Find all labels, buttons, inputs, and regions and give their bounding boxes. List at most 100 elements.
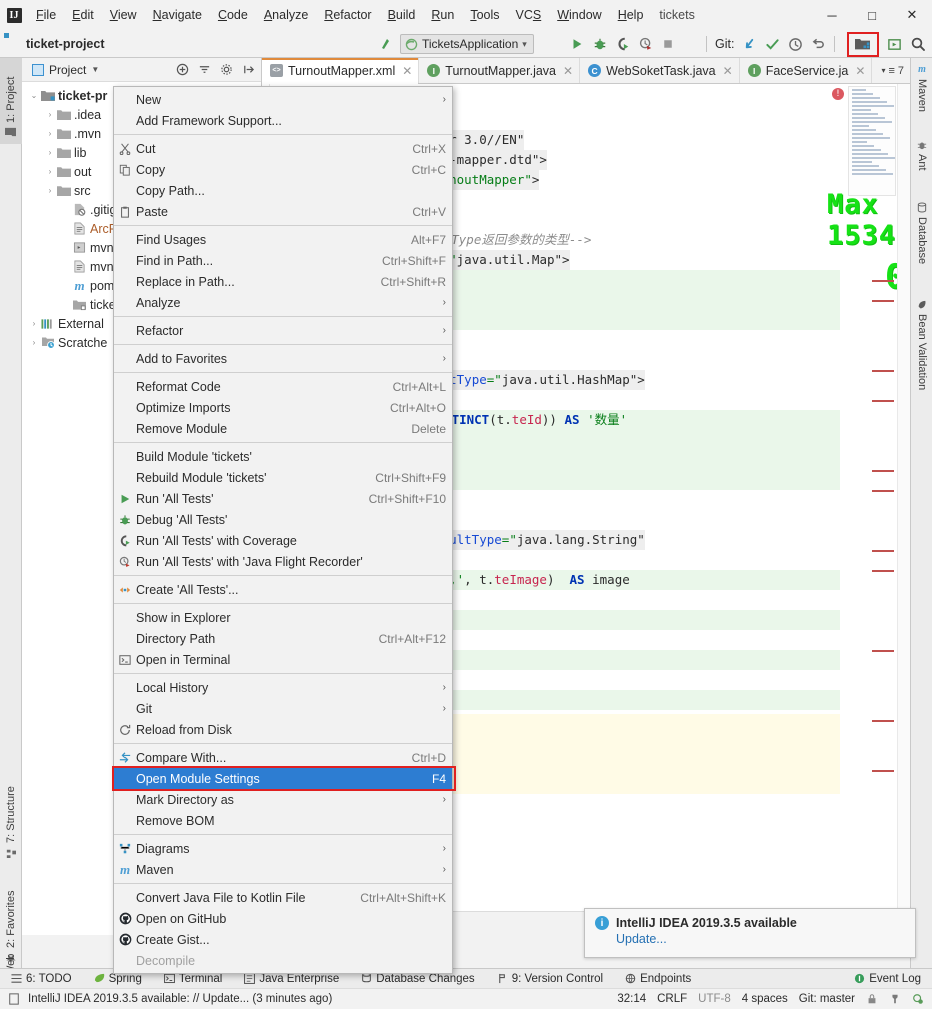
context-menu-item[interactable]: Local History › (114, 677, 452, 698)
menu-window[interactable]: Window (549, 3, 609, 27)
context-menu-item[interactable]: Refactor › (114, 320, 452, 341)
status-indent[interactable]: 4 spaces (742, 993, 788, 1005)
settings-gear-icon[interactable] (220, 63, 233, 76)
stop-icon[interactable] (662, 38, 674, 50)
hide-panel-icon[interactable] (242, 63, 255, 76)
menu-refactor[interactable]: Refactor (316, 3, 379, 27)
context-menu-item[interactable]: Remove Module Delete (114, 418, 452, 439)
context-menu-item[interactable]: Add Framework Support... (114, 110, 452, 131)
context-menu-item[interactable]: Open in Terminal (114, 649, 452, 670)
status-lock-icon[interactable] (866, 993, 878, 1005)
run-with-coverage-icon[interactable] (616, 37, 630, 51)
menu-edit[interactable]: Edit (64, 3, 102, 27)
tree-expand-arrow[interactable]: › (44, 186, 56, 195)
context-menu-item[interactable]: Copy Ctrl+C (114, 159, 452, 180)
context-menu-item[interactable]: Compare With... Ctrl+D (114, 747, 452, 768)
context-menu-item[interactable]: Directory Path Ctrl+Alt+F12 (114, 628, 452, 649)
status-message[interactable]: IntelliJ IDEA 2019.3.5 available: // Upd… (28, 993, 332, 1005)
context-menu-item[interactable]: Convert Java File to Kotlin File Ctrl+Alt… (114, 887, 452, 908)
context-menu-item[interactable]: Rebuild Module 'tickets' Ctrl+Shift+F9 (114, 467, 452, 488)
collapse-expand-icon[interactable] (176, 63, 189, 76)
context-menu-item[interactable]: Open on GitHub (114, 908, 452, 929)
inspection-error-badge[interactable]: ! (832, 88, 844, 100)
tree-expand-arrow[interactable]: › (44, 129, 56, 138)
run-configuration-selector[interactable]: TicketsApplication ▾ (400, 34, 534, 54)
sidebar-item-bean-validation[interactable]: Bean Validation (911, 294, 932, 418)
context-menu-item[interactable]: Cut Ctrl+X (114, 138, 452, 159)
tree-expand-arrow[interactable]: › (44, 167, 56, 176)
menu-vcs[interactable]: VCS (508, 3, 550, 27)
close-icon[interactable]: ✕ (853, 64, 865, 78)
sidebar-item-structure[interactable]: 7: Structure (0, 768, 22, 864)
git-update-project-icon[interactable] (742, 37, 757, 52)
tree-expand-arrow[interactable]: › (28, 319, 40, 328)
context-menu-item[interactable]: Copy Path... (114, 180, 452, 201)
menu-help[interactable]: Help (610, 3, 652, 27)
context-menu-item[interactable]: Optimize Imports Ctrl+Alt+O (114, 397, 452, 418)
menu-analyze[interactable]: Analyze (256, 3, 316, 27)
debug-icon[interactable] (593, 37, 607, 51)
close-icon[interactable]: ✕ (721, 64, 733, 78)
collapse-all-icon[interactable] (198, 63, 211, 76)
menu-code[interactable]: Code (210, 3, 256, 27)
context-menu-item[interactable]: New › (114, 89, 452, 110)
close-button[interactable]: ✕ (892, 0, 932, 30)
status-line-separator[interactable]: CRLF (657, 993, 687, 1005)
bottom-tool-tab[interactable]: 6: TODO (0, 969, 83, 989)
context-menu-item[interactable]: Run 'All Tests' with Coverage (114, 530, 452, 551)
context-menu-item[interactable]: Git › (114, 698, 452, 719)
status-inspections-icon[interactable] (912, 993, 924, 1005)
navigate-back-icon[interactable] (378, 36, 394, 52)
run-with-profiler-icon[interactable] (639, 37, 653, 51)
context-menu-item[interactable]: Remove BOM (114, 810, 452, 831)
code-minimap[interactable] (848, 86, 896, 196)
run-icon[interactable] (570, 37, 584, 51)
notification-update-link[interactable]: Update... (595, 930, 905, 946)
status-notification-icon[interactable] (8, 993, 20, 1005)
context-menu-item[interactable]: Run 'All Tests' with 'Java Flight Record… (114, 551, 452, 572)
context-menu-item[interactable]: Show in Explorer (114, 607, 452, 628)
editor-tab[interactable]: I TurnoutMapper.java ✕ (419, 58, 581, 83)
chevron-down-icon[interactable]: ▼ (91, 65, 99, 74)
git-history-icon[interactable] (788, 37, 803, 52)
context-menu-item[interactable]: Run 'All Tests' Ctrl+Shift+F10 (114, 488, 452, 509)
context-menu-item[interactable]: Find Usages Alt+F7 (114, 229, 452, 250)
context-menu-item[interactable]: Debug 'All Tests' (114, 509, 452, 530)
context-menu-item[interactable]: Find in Path... Ctrl+Shift+F (114, 250, 452, 271)
context-menu-item[interactable]: Open Module Settings F4 (112, 766, 456, 791)
tree-expand-arrow[interactable]: ⌄ (28, 91, 40, 100)
context-menu-item[interactable]: Paste Ctrl+V (114, 201, 452, 222)
error-stripe[interactable] (897, 84, 910, 911)
context-menu-item[interactable]: m Maven › (114, 859, 452, 880)
select-opened-file-icon[interactable] (887, 37, 902, 52)
context-menu-item[interactable]: Build Module 'tickets' (114, 446, 452, 467)
status-encoding[interactable]: UTF-8 (698, 993, 731, 1005)
project-structure-button-highlight[interactable] (847, 31, 880, 57)
editor-tabs-overflow[interactable]: ▾ ≡ 7 (881, 58, 910, 83)
context-menu-item[interactable]: Analyze › (114, 292, 452, 313)
sidebar-item-ant[interactable]: Ant (911, 134, 932, 192)
tree-expand-arrow[interactable]: › (44, 110, 56, 119)
context-menu-item[interactable]: Create Gist... (114, 929, 452, 950)
sidebar-item-project[interactable]: 1: Project (0, 58, 22, 144)
status-caret-position[interactable]: 32:14 (617, 993, 646, 1005)
git-commit-icon[interactable] (765, 37, 780, 52)
bottom-tool-tab[interactable]: 9: Version Control (486, 969, 614, 989)
bottom-tool-tab[interactable]: Event Log (843, 969, 932, 989)
menu-view[interactable]: View (102, 3, 145, 27)
close-icon[interactable]: ✕ (561, 64, 573, 78)
context-menu-item[interactable]: Mark Directory as › (114, 789, 452, 810)
status-git-branch[interactable]: Git: master (799, 993, 855, 1005)
context-menu-item[interactable]: Reformat Code Ctrl+Alt+L (114, 376, 452, 397)
editor-tab[interactable]: <> TurnoutMapper.xml ✕ (262, 58, 420, 84)
sidebar-item-maven[interactable]: m Maven (911, 58, 932, 130)
bottom-tool-tab[interactable]: Endpoints (614, 969, 702, 989)
sidebar-item-database[interactable]: Database (911, 196, 932, 288)
editor-tab[interactable]: C WebSoketTask.java ✕ (580, 58, 740, 83)
context-menu-item[interactable]: Create 'All Tests'... (114, 579, 452, 600)
tree-expand-arrow[interactable]: › (44, 148, 56, 157)
close-icon[interactable]: ✕ (400, 64, 412, 78)
context-menu-item[interactable]: Replace in Path... Ctrl+Shift+R (114, 271, 452, 292)
context-menu-item[interactable]: Add to Favorites › (114, 348, 452, 369)
menu-tools[interactable]: Tools (462, 3, 507, 27)
